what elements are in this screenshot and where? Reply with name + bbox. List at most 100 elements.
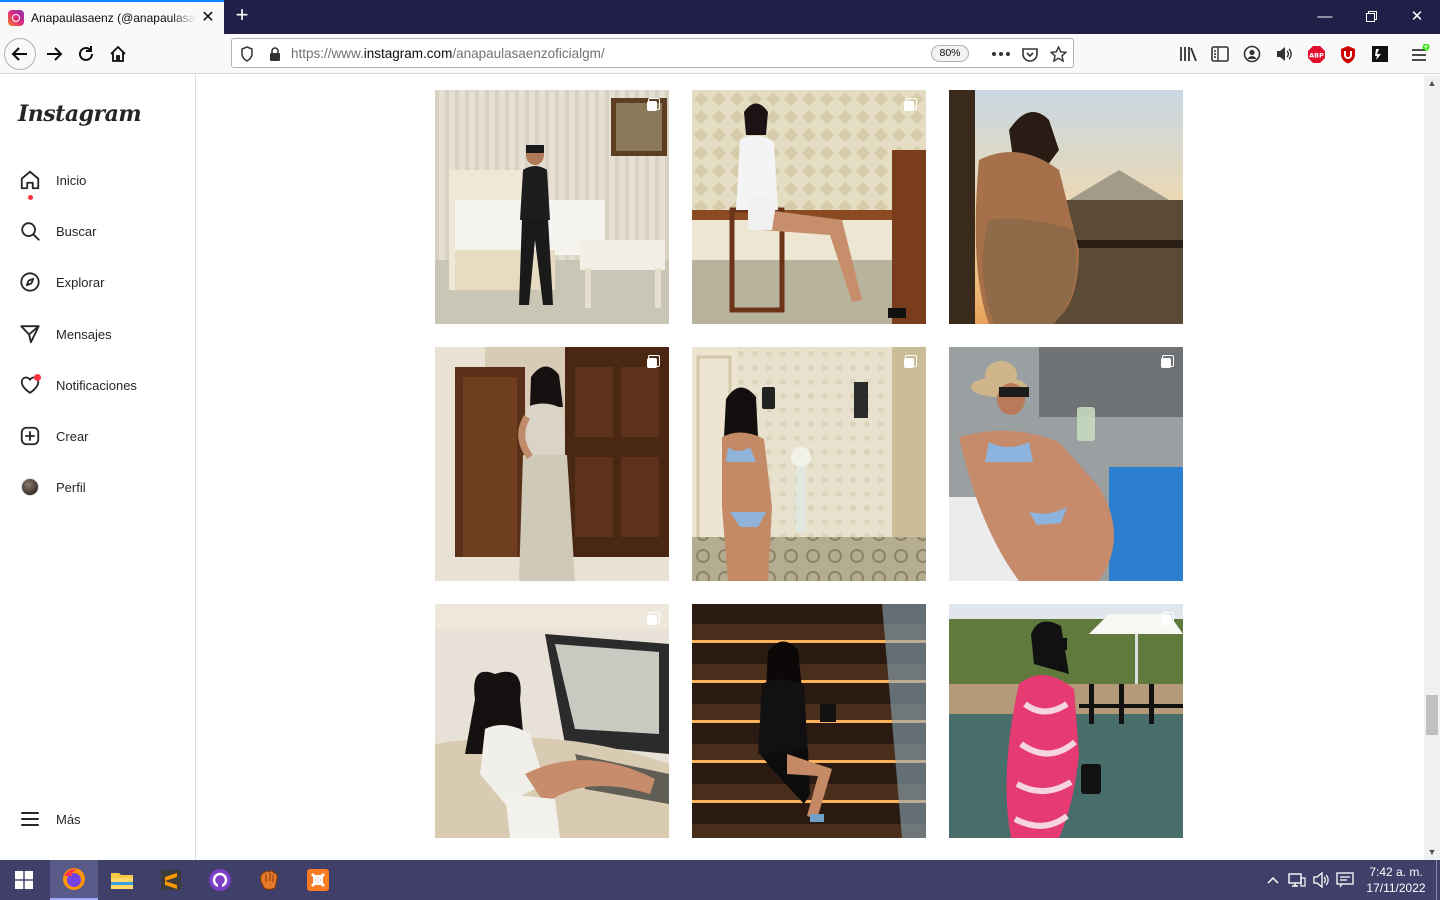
post-thumbnail-3[interactable] bbox=[949, 90, 1183, 324]
sidebar-label-mas: Más bbox=[56, 811, 81, 827]
folder-icon bbox=[111, 873, 133, 889]
instagram-logo[interactable]: Instagram bbox=[18, 101, 142, 127]
scrollbar-thumb[interactable] bbox=[1426, 695, 1438, 735]
adblock-plus-icon[interactable]: ABP bbox=[1306, 44, 1326, 64]
taskbar-sublime[interactable] bbox=[147, 860, 195, 900]
glove-icon bbox=[259, 870, 278, 891]
post-thumbnail-7[interactable] bbox=[435, 604, 669, 838]
new-tab-button[interactable]: + bbox=[230, 4, 254, 28]
close-tab-icon[interactable]: ✕ bbox=[200, 10, 216, 26]
sidebar-item-inicio[interactable]: Inicio bbox=[8, 158, 188, 202]
menu-update-icon[interactable] bbox=[1410, 44, 1430, 64]
post-thumbnail-9[interactable] bbox=[949, 604, 1183, 838]
start-button[interactable] bbox=[0, 860, 48, 900]
taskbar-xampp[interactable] bbox=[294, 860, 342, 900]
ublock-icon[interactable] bbox=[1338, 44, 1358, 64]
carousel-icon bbox=[904, 355, 917, 368]
sidebar-item-crear[interactable]: Crear bbox=[8, 414, 188, 458]
post-thumbnail-2[interactable] bbox=[692, 90, 926, 324]
sidebar-label-explorar: Explorar bbox=[56, 274, 105, 290]
carousel-icon bbox=[647, 98, 660, 111]
post-image bbox=[692, 347, 926, 581]
reload-button[interactable] bbox=[70, 38, 102, 70]
taskbar-firefox[interactable] bbox=[50, 860, 98, 900]
sidebar-item-mensajes[interactable]: Mensajes bbox=[8, 312, 188, 356]
post-thumbnail-8[interactable] bbox=[692, 604, 926, 838]
address-bar[interactable]: https://www.instagram.com/anapaulasaenzo… bbox=[231, 38, 1074, 68]
sidebar-item-mas[interactable]: Más bbox=[8, 797, 188, 841]
post-thumbnail-6[interactable] bbox=[949, 347, 1183, 581]
clock-time: 7:42 a. m. bbox=[1369, 865, 1423, 879]
sidebar-label-perfil: Perfil bbox=[56, 479, 86, 495]
carousel-icon bbox=[647, 612, 660, 625]
shield-icon[interactable] bbox=[238, 45, 256, 63]
compass-icon bbox=[18, 270, 42, 294]
close-window-button[interactable]: ✕ bbox=[1394, 0, 1440, 34]
post-thumbnail-5[interactable] bbox=[692, 347, 926, 581]
svg-text:ABP: ABP bbox=[1309, 51, 1324, 59]
sidebar-item-explorar[interactable]: Explorar bbox=[8, 260, 188, 304]
firefox-icon bbox=[63, 868, 85, 890]
taskbar-file-explorer[interactable] bbox=[98, 860, 146, 900]
more-actions-icon[interactable] bbox=[992, 45, 1010, 63]
speaker-icon[interactable] bbox=[1274, 44, 1294, 64]
browser-toolbar: https://www.instagram.com/anapaulasaenzo… bbox=[0, 34, 1440, 74]
sidebar-item-perfil[interactable]: Perfil bbox=[8, 465, 188, 509]
url-prefix: https://www. bbox=[291, 46, 364, 61]
sidebar-item-buscar[interactable]: Buscar bbox=[8, 209, 188, 253]
search-icon bbox=[18, 219, 42, 243]
pocket-icon[interactable] bbox=[1021, 45, 1039, 63]
avatar bbox=[21, 478, 39, 496]
language-input-icon[interactable] bbox=[1336, 872, 1354, 888]
minimize-window-button[interactable]: — bbox=[1302, 0, 1348, 34]
carousel-icon bbox=[647, 355, 660, 368]
volume-icon[interactable] bbox=[1312, 872, 1330, 888]
hamburger-menu-icon bbox=[18, 807, 42, 831]
scroll-down-arrow-icon[interactable]: ▼ bbox=[1424, 844, 1440, 860]
account-icon[interactable] bbox=[1242, 44, 1262, 64]
system-clock[interactable]: 7:42 a. m. 17/11/2022 bbox=[1356, 864, 1436, 896]
taskbar-baseball-app[interactable] bbox=[245, 860, 293, 900]
sidebar-item-notificaciones[interactable]: Notificaciones bbox=[8, 363, 188, 407]
taskbar-github-desktop[interactable] bbox=[196, 860, 244, 900]
arrow-right-icon bbox=[47, 47, 63, 61]
forward-button[interactable] bbox=[38, 38, 70, 70]
avatar-wrapper bbox=[18, 475, 42, 499]
browser-tab-active[interactable]: Anapaulasaenz (@anapaulasaenzoficialgm) … bbox=[0, 0, 224, 34]
zoom-indicator[interactable]: 80% bbox=[931, 45, 969, 62]
sidebar-label-buscar: Buscar bbox=[56, 223, 97, 239]
home-button[interactable] bbox=[102, 38, 134, 70]
sidebar-label-notificaciones: Notificaciones bbox=[56, 377, 137, 393]
windows-logo-icon bbox=[15, 871, 33, 889]
scroll-up-arrow-icon[interactable]: ▲ bbox=[1424, 75, 1440, 91]
lock-icon[interactable] bbox=[266, 45, 284, 63]
post-image bbox=[692, 90, 926, 324]
browser-tab-strip: Anapaulasaenz (@anapaulasaenzoficialgm) … bbox=[0, 0, 1440, 34]
home-icon bbox=[110, 45, 126, 62]
notification-dot bbox=[28, 195, 33, 200]
back-button[interactable] bbox=[4, 38, 36, 70]
post-thumbnail-1[interactable] bbox=[435, 90, 669, 324]
sidebar-label-crear: Crear bbox=[56, 428, 89, 444]
network-icon[interactable] bbox=[1288, 872, 1306, 888]
post-image bbox=[435, 347, 669, 581]
post-image bbox=[949, 347, 1183, 581]
instagram-sidebar: Instagram Inicio Buscar Explorar Mensaje… bbox=[0, 75, 196, 860]
plus-square-icon bbox=[18, 424, 42, 448]
home-icon bbox=[18, 168, 42, 200]
xampp-icon bbox=[307, 869, 329, 891]
tab-title: Anapaulasaenz (@anapaulasaenzoficialgm) bbox=[31, 11, 196, 25]
github-icon bbox=[209, 869, 231, 891]
extension-icon[interactable] bbox=[1370, 44, 1390, 64]
bookmark-star-icon[interactable] bbox=[1049, 45, 1067, 63]
reload-icon bbox=[79, 46, 93, 61]
library-icon[interactable] bbox=[1178, 44, 1198, 64]
post-image bbox=[435, 604, 669, 838]
carousel-icon bbox=[1161, 612, 1174, 625]
restore-window-button[interactable] bbox=[1348, 0, 1394, 34]
vertical-scrollbar[interactable]: ▲ ▼ bbox=[1424, 75, 1440, 860]
show-desktop-button[interactable] bbox=[1436, 860, 1440, 900]
post-thumbnail-4[interactable] bbox=[435, 347, 669, 581]
show-hidden-icons-chevron-icon[interactable] bbox=[1264, 872, 1282, 888]
sidebar-toggle-icon[interactable] bbox=[1210, 44, 1230, 64]
